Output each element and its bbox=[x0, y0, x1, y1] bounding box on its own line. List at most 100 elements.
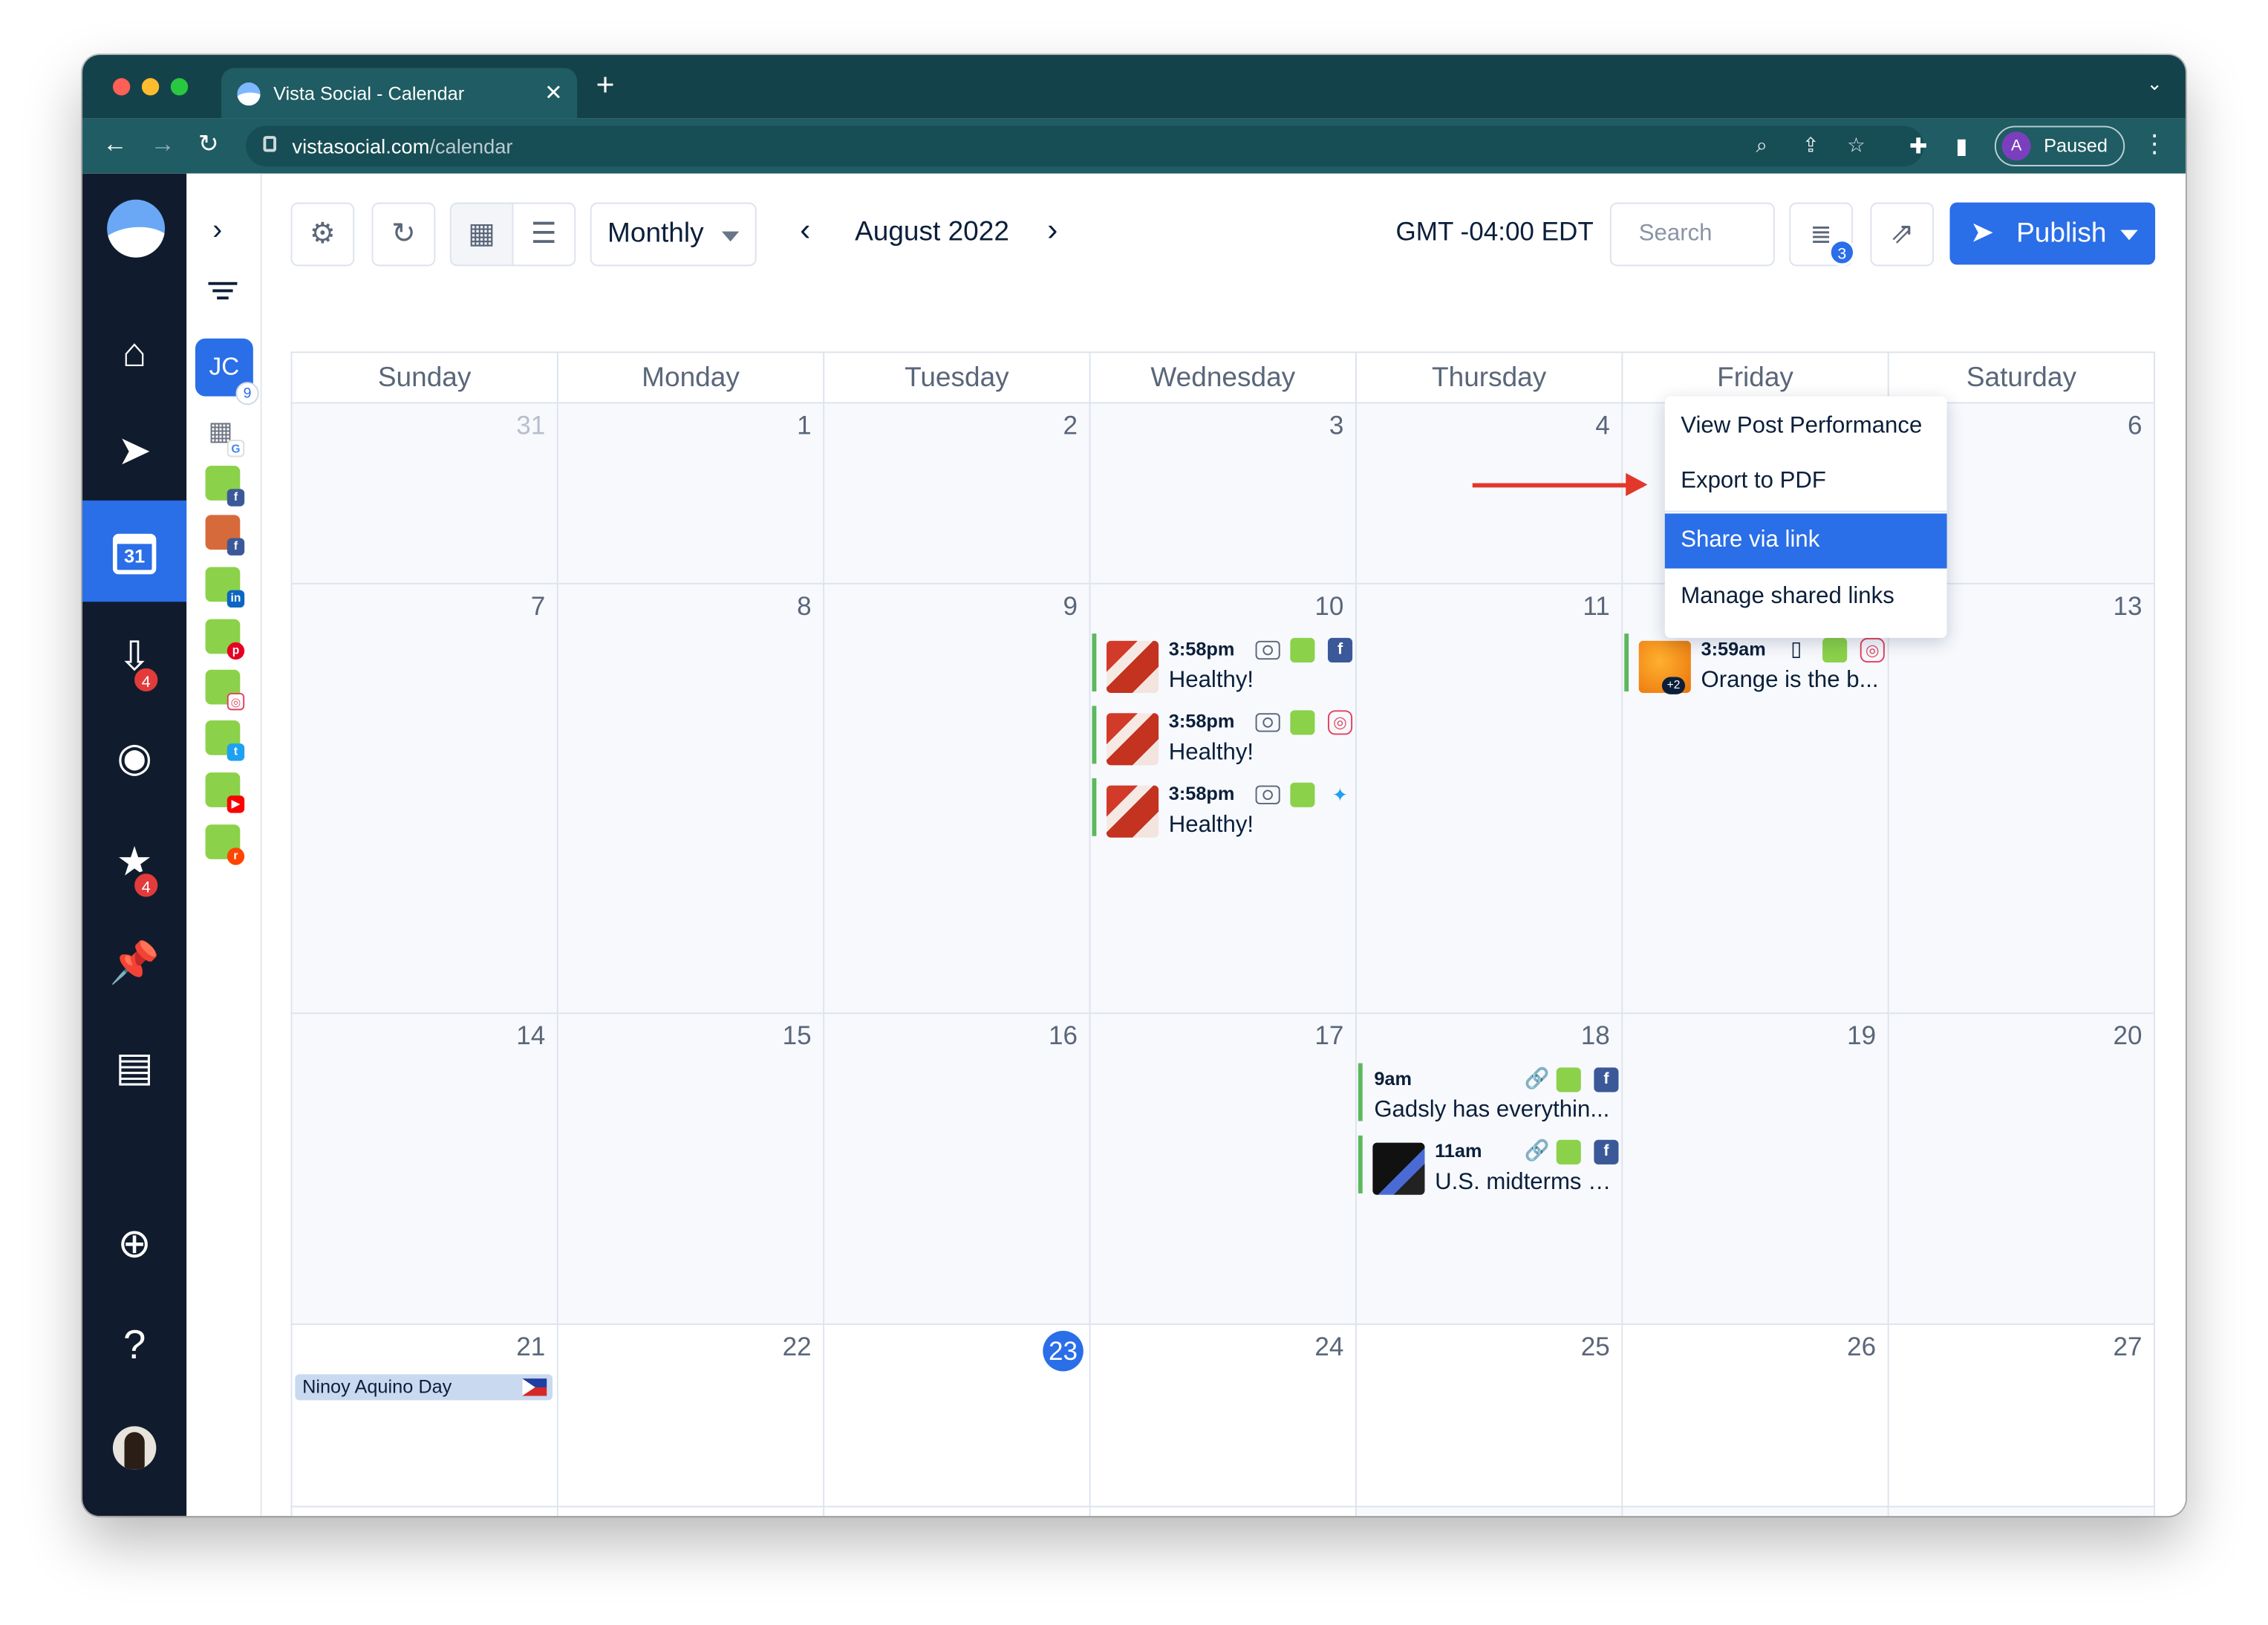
day-cell[interactable]: 2 bbox=[1623, 1507, 1889, 1517]
day-cell[interactable]: 3 bbox=[1889, 1507, 2156, 1517]
account-twitter[interactable]: t bbox=[205, 720, 245, 761]
calendar-view-button[interactable]: ▦ bbox=[449, 202, 514, 267]
day-cell[interactable]: 13 bbox=[1889, 584, 2156, 1015]
day-cell[interactable]: 3 bbox=[1090, 403, 1357, 584]
help-icon[interactable]: ? bbox=[82, 1311, 186, 1380]
day-cell[interactable]: 8 bbox=[558, 584, 825, 1015]
maximize-window-button[interactable] bbox=[170, 78, 189, 96]
account-linkedin[interactable]: in bbox=[205, 567, 245, 608]
day-cell[interactable]: 20 bbox=[1889, 1014, 2156, 1326]
account-facebook[interactable]: f bbox=[205, 466, 245, 507]
bookmark-star-icon[interactable]: ☆ bbox=[1847, 133, 1865, 157]
day-cell[interactable]: 31 bbox=[1090, 1507, 1357, 1517]
day-cell[interactable]: 15 bbox=[558, 1014, 825, 1326]
day-cell[interactable]: 18 9am Gadsly has everythin... 🔗 f 11am U.S. m… bbox=[1356, 1014, 1623, 1326]
pin-icon[interactable]: 📌 bbox=[82, 928, 186, 997]
day-cell[interactable]: 11 bbox=[1356, 584, 1623, 1015]
settings-button[interactable]: ⚙ bbox=[290, 202, 355, 267]
search-input[interactable]: Search bbox=[1609, 202, 1775, 267]
account-pinterest[interactable]: p bbox=[205, 619, 245, 660]
day-cell[interactable]: 10 3:58pm Healthy! f 3:58pm Healthy! ◎ 3:58pm He… bbox=[1090, 584, 1357, 1015]
next-month-button[interactable]: › bbox=[1047, 211, 1058, 249]
day-number: 16 bbox=[1049, 1021, 1078, 1051]
day-cell[interactable]: 16 bbox=[824, 1014, 1091, 1326]
prev-month-button[interactable]: ‹ bbox=[800, 211, 810, 249]
menu-item-view-post-performance[interactable]: View Post Performance bbox=[1665, 400, 1947, 455]
calendar-nav-item[interactable]: 31 bbox=[82, 500, 187, 602]
menu-item-share-via-link[interactable]: Share via link bbox=[1664, 513, 1947, 569]
expand-panel-chevron-icon[interactable]: › bbox=[212, 214, 222, 247]
send-icon[interactable]: ➤ bbox=[82, 417, 186, 486]
vista-social-logo[interactable] bbox=[107, 199, 166, 258]
day-cell[interactable]: 7 bbox=[292, 584, 558, 1015]
reload-icon[interactable]: ↻ bbox=[198, 130, 219, 159]
list-view-button[interactable]: ☰ bbox=[512, 202, 576, 267]
scheduled-post[interactable]: 3:58pm Healthy! ✦ bbox=[1092, 778, 1353, 838]
minimize-window-button[interactable] bbox=[141, 78, 160, 96]
holiday-label[interactable]: Ninoy Aquino Day bbox=[295, 1374, 553, 1401]
forward-icon[interactable]: → bbox=[151, 130, 175, 159]
day-cell[interactable]: 25 bbox=[1356, 1325, 1623, 1508]
back-icon[interactable]: ← bbox=[102, 130, 127, 159]
account-google[interactable]: ▦ G bbox=[205, 416, 245, 457]
side-panel-icon[interactable]: ▮ bbox=[1955, 133, 1967, 159]
day-cell[interactable]: 31 bbox=[292, 403, 558, 584]
user-avatar[interactable] bbox=[112, 1426, 157, 1470]
profile-group[interactable]: JC 9 bbox=[195, 338, 259, 406]
view-select[interactable]: Monthly bbox=[590, 202, 757, 267]
extensions-icon[interactable]: ✚ bbox=[1909, 133, 1927, 159]
day-cell[interactable]: 14 bbox=[292, 1014, 558, 1326]
listening-icon[interactable]: ◉ bbox=[82, 723, 186, 792]
browser-tab[interactable]: Vista Social - Calendar ✕ bbox=[221, 68, 578, 119]
day-cell[interactable]: 28 bbox=[292, 1507, 558, 1517]
day-cell[interactable]: 2 bbox=[824, 403, 1091, 584]
day-cell[interactable]: 23 bbox=[824, 1325, 1091, 1508]
filter-icon[interactable] bbox=[208, 278, 238, 304]
day-cell[interactable]: 27 bbox=[1889, 1325, 2156, 1508]
refresh-button[interactable]: ↻ bbox=[371, 202, 436, 267]
url-field[interactable]: vistasocial.com/calendar ⌕ ⇪ ☆ bbox=[246, 126, 1924, 166]
day-cell[interactable]: 22 bbox=[558, 1325, 825, 1508]
day-cell[interactable]: 21 Ninoy Aquino Day bbox=[292, 1325, 558, 1508]
day-cell[interactable]: 26 bbox=[1623, 1325, 1889, 1508]
post-text: Gadsly has everythin... bbox=[1374, 1098, 1610, 1123]
filters-button[interactable]: ≣ 3 bbox=[1789, 202, 1856, 267]
zoom-icon[interactable]: ⌕ bbox=[1756, 133, 1767, 157]
reviews-icon[interactable]: ★ 4 bbox=[82, 827, 186, 900]
scheduled-post[interactable]: +2 3:59am Orange is the b... ▯ ◎ bbox=[1624, 634, 1885, 694]
day-cell[interactable]: 19 bbox=[1623, 1014, 1889, 1326]
reports-icon[interactable]: ▤ bbox=[82, 1033, 186, 1102]
timezone[interactable]: GMT -04:00 EDT bbox=[1396, 217, 1594, 247]
profile-button[interactable]: A Paused bbox=[1994, 126, 2125, 166]
day-cell[interactable]: 9 bbox=[824, 584, 1091, 1015]
day-cell[interactable]: 1 bbox=[1356, 1507, 1623, 1517]
tab-search-chevron-icon[interactable]: ⌄ bbox=[2147, 72, 2163, 95]
add-icon[interactable]: ⊕ bbox=[82, 1209, 186, 1278]
scheduled-post[interactable]: 3:58pm Healthy! f bbox=[1092, 634, 1353, 693]
close-window-button[interactable] bbox=[112, 78, 131, 96]
close-tab-icon[interactable]: ✕ bbox=[544, 79, 562, 105]
day-cell[interactable]: 12+23:59amOrange is the b...▯◎ bbox=[1623, 584, 1889, 1015]
share-button[interactable]: ⇗ bbox=[1870, 202, 1935, 267]
day-cell[interactable]: 29National Heroes Day bbox=[558, 1507, 825, 1517]
browser-menu-icon[interactable]: ⋮ bbox=[2142, 130, 2167, 159]
account-facebook-2[interactable]: f bbox=[205, 515, 245, 556]
day-cell[interactable]: 4 bbox=[1356, 403, 1623, 584]
day-cell[interactable]: 17 bbox=[1090, 1014, 1357, 1326]
scheduled-post[interactable]: 9am Gadsly has everythin... 🔗 f bbox=[1358, 1063, 1619, 1123]
account-reddit[interactable]: r bbox=[205, 824, 245, 865]
scheduled-post[interactable]: 11am U.S. midterms b... 🔗 f bbox=[1358, 1135, 1619, 1195]
home-icon[interactable]: ⌂ bbox=[82, 318, 186, 387]
day-cell[interactable]: 1 bbox=[558, 403, 825, 584]
day-cell[interactable]: 30 bbox=[824, 1507, 1091, 1517]
inbox-icon[interactable]: ⇩ 4 bbox=[82, 622, 186, 694]
account-instagram[interactable]: ◎ bbox=[205, 669, 245, 711]
day-cell[interactable]: 24 bbox=[1090, 1325, 1357, 1508]
share-page-icon[interactable]: ⇪ bbox=[1802, 133, 1819, 157]
menu-item-export-pdf[interactable]: Export to PDF bbox=[1665, 455, 1947, 509]
menu-item-manage-shared-links[interactable]: Manage shared links bbox=[1665, 570, 1947, 625]
new-tab-icon[interactable]: + bbox=[596, 67, 614, 105]
scheduled-post[interactable]: 3:58pm Healthy! ◎ bbox=[1092, 706, 1353, 766]
account-youtube[interactable]: ▶ bbox=[205, 772, 245, 813]
publish-button[interactable]: ➤ Publish bbox=[1949, 202, 2156, 265]
